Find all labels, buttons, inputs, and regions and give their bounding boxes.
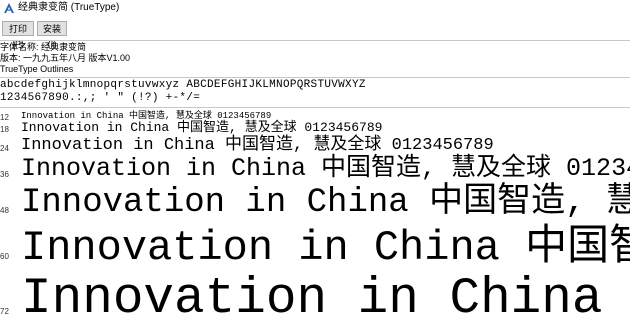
sample-text: Innovation in China 中国智造, 慧及全球 012345678…	[21, 184, 630, 222]
charset-letters: abcdefghijklmnopqrstuvwxyz ABCDEFGHIJKLM…	[0, 79, 366, 91]
size-label: 24	[0, 144, 9, 153]
font-file-icon	[4, 3, 14, 13]
size-label: 18	[0, 125, 9, 134]
size-label: 60	[0, 252, 9, 261]
size-label: 36	[0, 170, 9, 179]
divider	[0, 77, 630, 78]
sample-text: Innovation in China 中国智造, 慧及全球 012345678…	[21, 224, 630, 272]
window-title: 经典隶变简 (TrueType)	[18, 2, 120, 13]
sample-text: Innovation in China 中国智造, 慧及全球 012345678…	[21, 154, 630, 183]
font-name-line: 字体名称: 经典隶变简	[0, 42, 87, 52]
size-label: 72	[0, 307, 9, 316]
divider	[0, 107, 630, 108]
font-outline-line: TrueType Outlines	[0, 64, 74, 74]
size-label: 48	[0, 206, 9, 215]
sample-text: Innovation in China 中国智造, 慧及全球 012345678…	[21, 120, 383, 135]
title-bar: 经典隶变简 (TrueType)	[0, 0, 630, 16]
font-version-line: 版本: 一九九五年八月 版本V1.00	[0, 53, 131, 63]
toolbar: 打印(P) 安装(I)	[0, 16, 630, 49]
print-button[interactable]: 打印(P)	[2, 21, 34, 49]
sample-text: Innovation in China 中国智造, 慧及全球 012345678…	[21, 136, 494, 155]
divider	[0, 40, 630, 41]
size-label: 12	[0, 113, 9, 122]
install-button[interactable]: 安装(I)	[37, 21, 67, 49]
charset-digits-symbols: 1234567890.:,; ' " (!?) +-*/=	[0, 92, 201, 104]
sample-text: Innovation in China 中国智造, 慧及全球 012345678…	[21, 271, 630, 328]
